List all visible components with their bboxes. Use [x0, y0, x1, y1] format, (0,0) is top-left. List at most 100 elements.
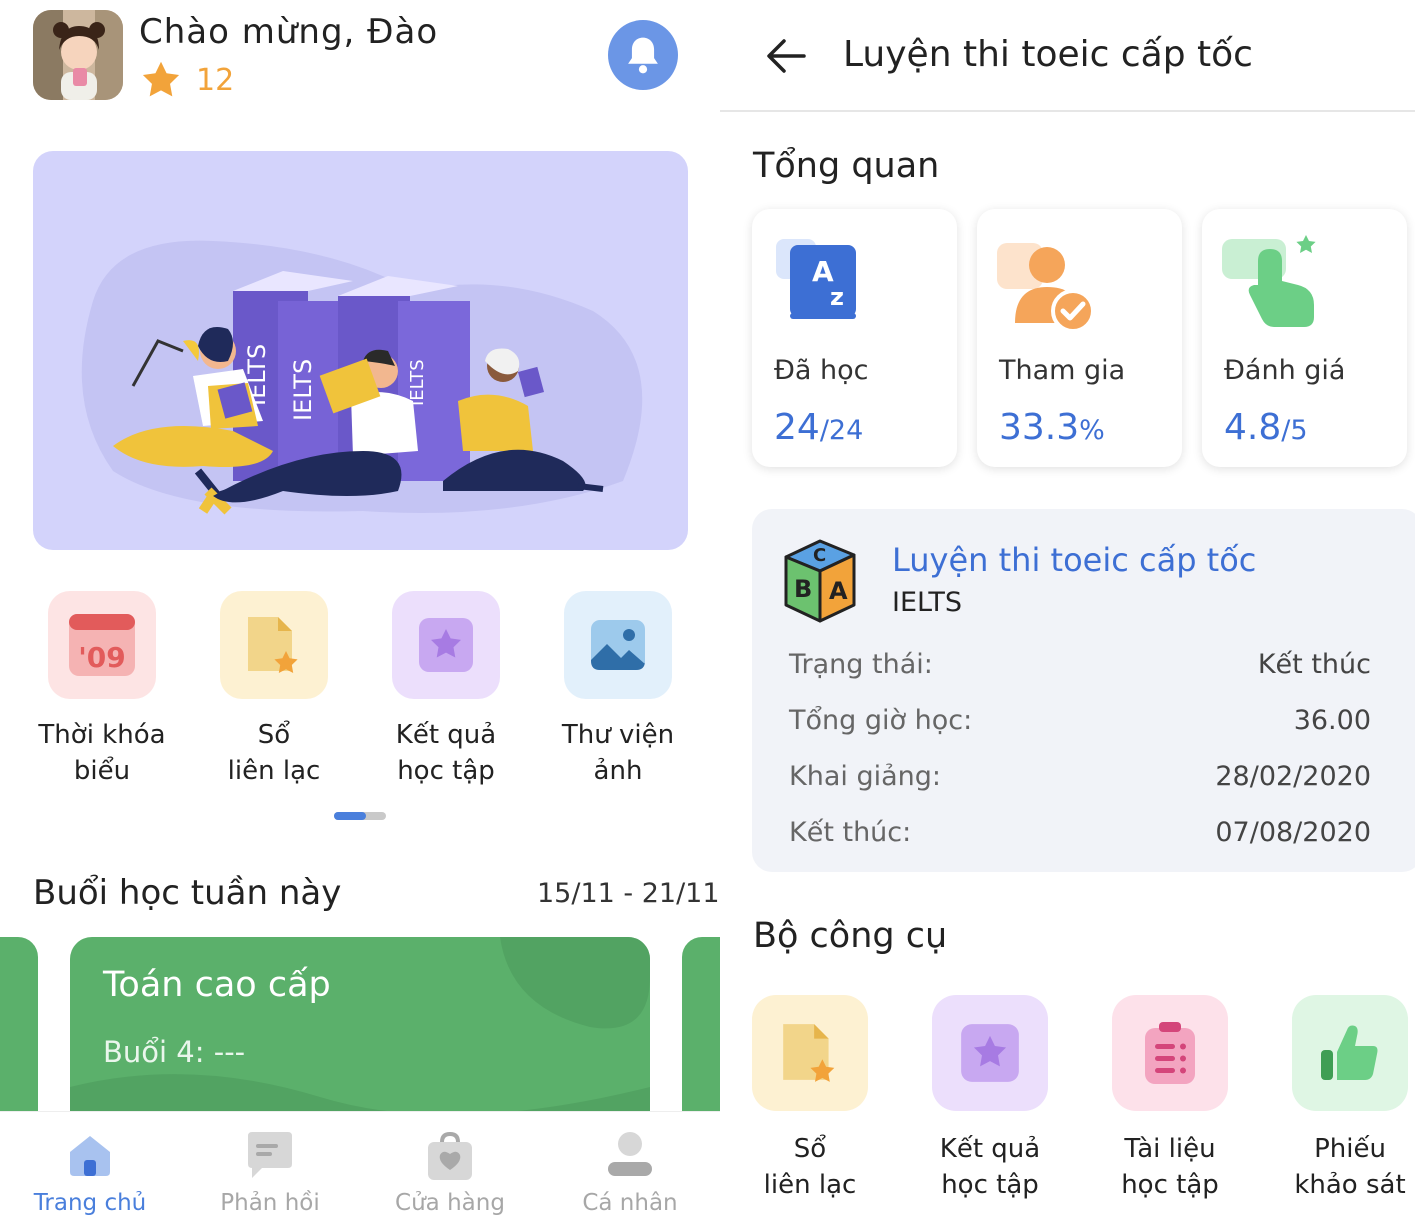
tool-label: Kết quả học tập [939, 1134, 1041, 1200]
shop-bag-icon [428, 1131, 472, 1180]
svg-text:C: C [813, 545, 826, 566]
class-card[interactable]: Toán cao cấp Buổi 4: --- [70, 937, 650, 1137]
tool-results[interactable]: Kết quả học tập [910, 995, 1070, 1203]
tool-survey[interactable]: Phiếu khảo sát [1270, 995, 1415, 1203]
back-arrow-icon [767, 39, 806, 73]
overview-title: Tổng quan [753, 146, 940, 186]
tool-label: Sổ liên lạc [763, 1134, 857, 1200]
home-screen: Chào mừng, Đào 12 IELTS IELTS IELTS '09 … [0, 0, 720, 1231]
stat-card-participation: Tham gia 33.3% [977, 209, 1182, 467]
tool-contact-book[interactable]: Sổ liên lạc [730, 995, 890, 1203]
students-books-illustration: IELTS IELTS IELTS [81, 240, 643, 515]
notebook-icon [248, 617, 298, 673]
course-detail-screen: Luyện thi toeic cấp tốc Tổng quan A z Đã… [720, 0, 1415, 1231]
notification-button[interactable] [608, 20, 678, 90]
user-check-icon [997, 243, 1095, 331]
tool-tile [752, 995, 868, 1111]
svg-text:'09: '09 [78, 641, 126, 674]
nav-home[interactable]: Trang chủ [0, 1112, 180, 1231]
bell-icon [628, 37, 658, 74]
tool-tile [932, 995, 1048, 1111]
svg-text:B: B [794, 575, 812, 603]
nav-profile[interactable]: Cá nhân [540, 1112, 720, 1231]
back-button[interactable] [760, 30, 812, 82]
course-name: Luyện thi toeic cấp tốc [892, 541, 1257, 579]
tool-label: Phiếu khảo sát [1294, 1134, 1406, 1200]
chat-icon [248, 1132, 292, 1178]
quick-action-label: Thời khóa biểu [38, 720, 166, 786]
points-value: 12 [196, 62, 235, 98]
info-label: Trạng thái: [789, 649, 933, 680]
class-session: Buổi 4: --- [103, 1035, 246, 1069]
info-label: Khai giảng: [789, 761, 941, 792]
hero-banner: IELTS IELTS IELTS [33, 151, 688, 550]
info-value: 28/02/2020 [1215, 761, 1371, 792]
info-value: 07/08/2020 [1215, 817, 1371, 848]
quick-action-timetable[interactable]: '09 Thời khóa biểu [32, 591, 172, 789]
calendar-icon: '09 [69, 614, 135, 676]
quick-action-tile [564, 591, 672, 699]
star-badge-icon [419, 618, 473, 672]
info-value: Kết thúc [1257, 649, 1371, 680]
course-info-card: C B A Luyện thi toeic cấp tốc IELTS Trạn… [752, 509, 1415, 872]
page-title: Luyện thi toeic cấp tốc [843, 34, 1253, 75]
stat-card-rating: Đánh giá 4.8/5 [1202, 209, 1407, 467]
quick-action-tile [220, 591, 328, 699]
quick-action-contact-book[interactable]: Sổ liên lạc [204, 591, 344, 789]
info-value: 36.00 [1293, 705, 1371, 736]
tool-label: Tài liệu học tập [1121, 1134, 1219, 1200]
quick-action-label: Thư viện ảnh [561, 720, 675, 786]
info-row-start-date: Khai giảng: 28/02/2020 [789, 761, 1371, 792]
info-row-status: Trạng thái: Kết thúc [789, 649, 1371, 680]
class-card-next[interactable] [682, 937, 720, 1137]
nav-label: Phản hồi [220, 1190, 320, 1216]
stat-value: 24/24 [774, 407, 864, 448]
greeting-text: Chào mừng, Đào [139, 12, 439, 52]
stat-value: 33.3% [999, 407, 1105, 448]
bottom-navigation: Trang chủ Phản hồi Cửa hàng Cá nhân [0, 1111, 720, 1231]
info-row-end-date: Kết thúc: 07/08/2020 [789, 817, 1371, 848]
az-book-icon: A z [776, 239, 856, 319]
week-section-title: Buổi học tuần này [33, 873, 342, 913]
info-label: Tổng giờ học: [789, 705, 973, 736]
tool-tile [1292, 995, 1408, 1111]
abc-blocks-icon: C B A [784, 539, 856, 623]
quick-action-tile [392, 591, 500, 699]
star-icon [142, 61, 180, 97]
quick-action-photo-library[interactable]: Thư viện ảnh [548, 591, 688, 789]
avatar[interactable] [33, 10, 123, 100]
nav-label: Trang chủ [33, 1190, 147, 1216]
nav-label: Cá nhân [582, 1190, 678, 1216]
week-date-range: 15/11 - 21/11 [537, 878, 720, 909]
tool-materials[interactable]: Tài liệu học tập [1090, 995, 1250, 1203]
stat-label: Đánh giá [1224, 355, 1346, 386]
tap-star-icon [1222, 235, 1316, 327]
notebook-icon [783, 1024, 835, 1082]
carousel-indicator [334, 812, 386, 820]
svg-text:A: A [829, 577, 848, 605]
nav-feedback[interactable]: Phản hồi [180, 1112, 360, 1231]
class-card-prev[interactable] [0, 937, 38, 1137]
quick-action-label: Kết quả học tập [395, 720, 497, 786]
class-title: Toán cao cấp [103, 965, 331, 1005]
tool-tile [1112, 995, 1228, 1111]
stat-value: 4.8/5 [1224, 407, 1308, 448]
clipboard-list-icon [1145, 1022, 1195, 1084]
quick-action-label: Sổ liên lạc [227, 720, 321, 786]
book-spine-text: IELTS [407, 359, 428, 406]
book-spine-text: IELTS [289, 359, 317, 421]
profile-icon [608, 1132, 652, 1176]
info-row-total-hours: Tổng giờ học: 36.00 [789, 705, 1371, 736]
nav-shop[interactable]: Cửa hàng [360, 1112, 540, 1231]
stat-label: Tham gia [999, 355, 1126, 386]
thumbs-up-icon [1321, 1025, 1378, 1080]
gallery-icon [591, 620, 645, 670]
quick-action-tile: '09 [48, 591, 156, 699]
home-icon [70, 1136, 110, 1176]
stat-label: Đã học [774, 355, 869, 386]
tools-title: Bộ công cụ [753, 916, 948, 956]
stat-card-completed: A z Đã học 24/24 [752, 209, 957, 467]
points-row: 12 [140, 60, 234, 100]
quick-action-results[interactable]: Kết quả học tập [376, 591, 516, 789]
nav-label: Cửa hàng [395, 1190, 505, 1216]
